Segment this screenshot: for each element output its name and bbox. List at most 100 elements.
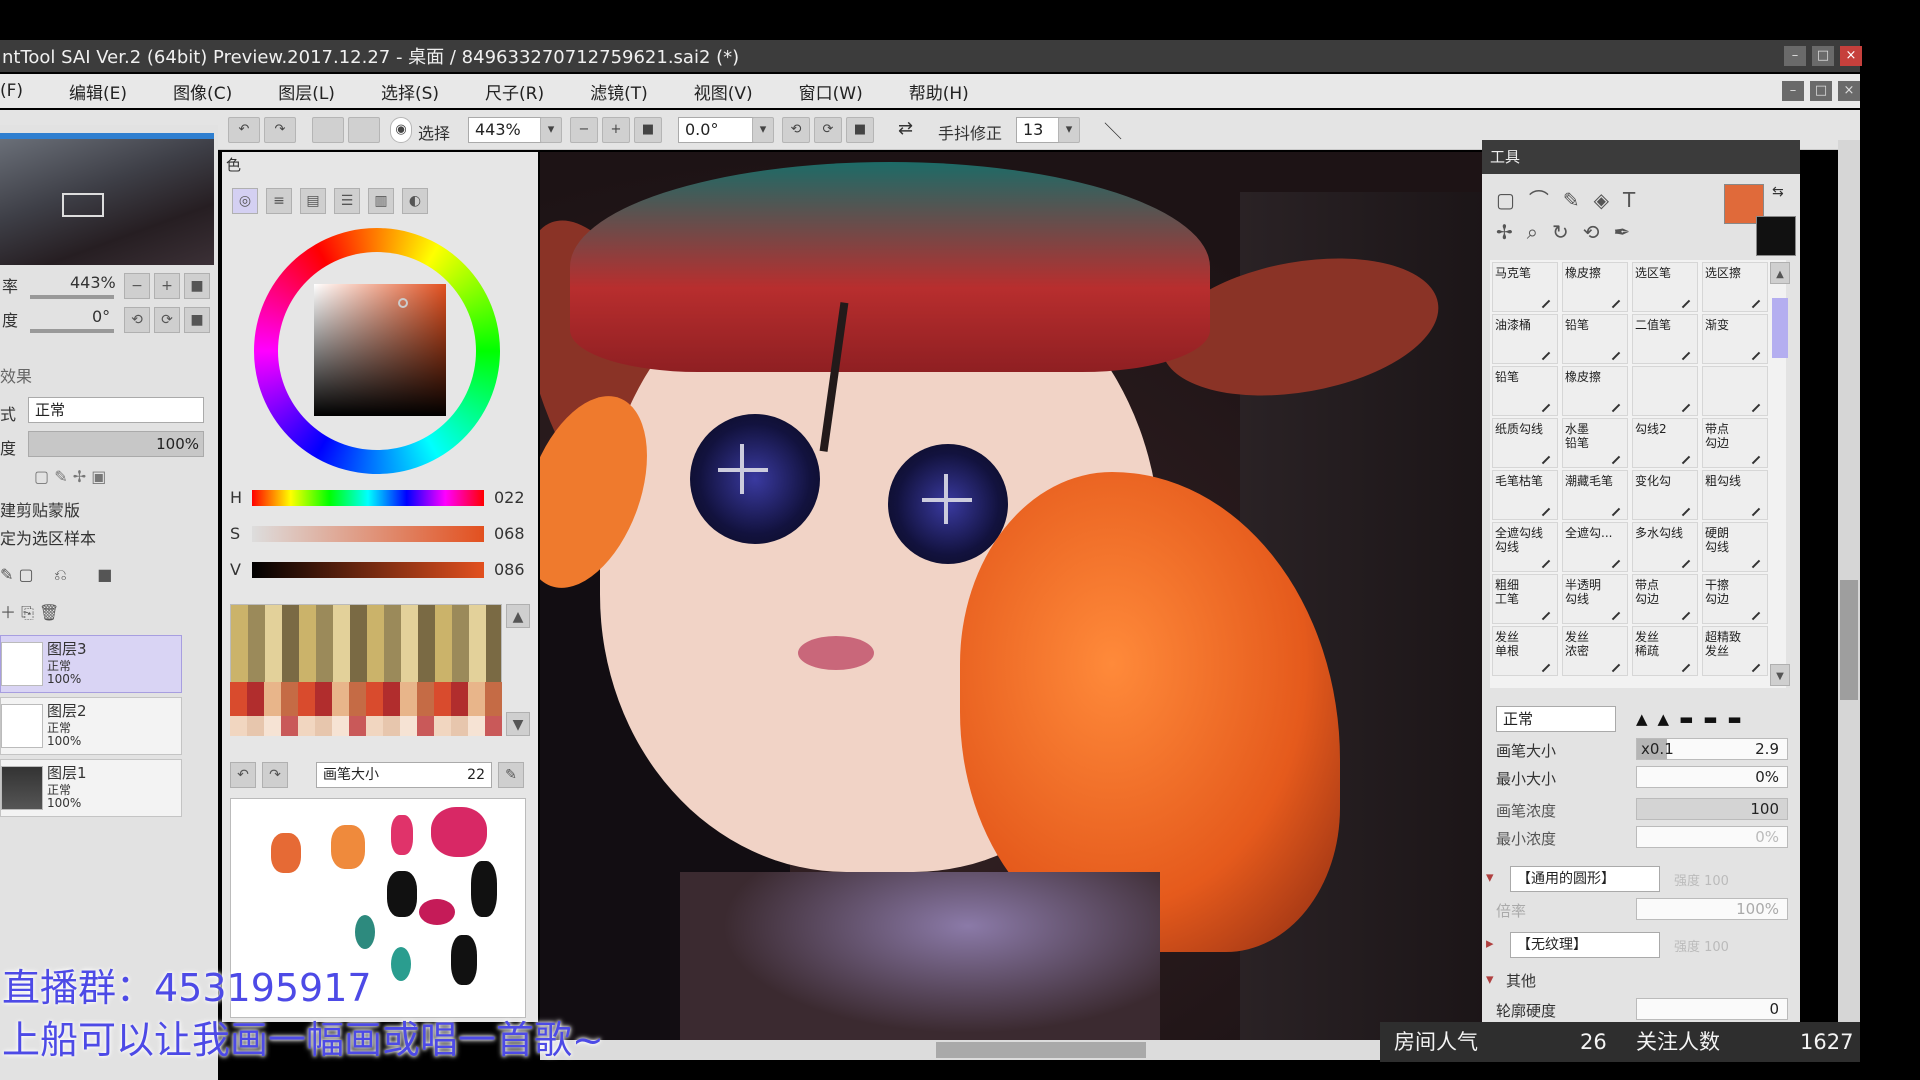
swatch-scroll-down[interactable]: ▼ — [506, 712, 530, 736]
brush-preset[interactable]: 发丝 稀疏 — [1632, 626, 1698, 676]
clipping-mask-label[interactable]: 建剪贴蒙版 — [0, 497, 80, 521]
brush-preset[interactable]: 多水勾线 — [1632, 522, 1698, 572]
s-value[interactable]: 068 — [494, 524, 525, 543]
menu-view[interactable]: 视图(V) — [694, 79, 753, 104]
doc-minimize-button[interactable]: – — [1782, 81, 1804, 101]
brush-scroll-down[interactable]: ▼ — [1770, 664, 1790, 686]
brush-preset[interactable]: 超精致 发丝 — [1702, 626, 1768, 676]
edge-hardness-slider[interactable]: 0 — [1636, 998, 1788, 1020]
nav-angle-slider[interactable] — [30, 329, 114, 333]
layer-action-icons[interactable]: ＋ ⎘ 🗑 — [0, 599, 59, 623]
brush-preset[interactable]: 半透明 勾线 — [1562, 574, 1628, 624]
redo-button[interactable]: ↷ — [264, 117, 296, 143]
swap-colors-icon[interactable]: ⇆ — [1772, 184, 1784, 200]
expand-texture-icon[interactable]: ▸ — [1486, 934, 1494, 952]
menu-select[interactable]: 选择(S) — [381, 79, 439, 104]
brush-scroll-thumb[interactable] — [1772, 298, 1788, 358]
nav-zoom-in-button[interactable]: + — [154, 273, 180, 299]
tool-panel-scroll-thumb[interactable] — [1840, 580, 1858, 700]
menu-edit[interactable]: 编辑(E) — [69, 79, 127, 104]
brush-preset[interactable]: 纸质勾线 — [1492, 418, 1558, 468]
scratch-redo-button[interactable]: ↷ — [262, 762, 288, 788]
doc-restore-button[interactable]: □ — [1810, 81, 1832, 101]
stabilizer-dropdown[interactable]: ▾ — [1058, 117, 1080, 143]
menu-ruler[interactable]: 尺子(R) — [485, 79, 544, 104]
brush-preset[interactable] — [1702, 366, 1768, 416]
blend-mode-select[interactable]: 正常 — [28, 397, 204, 423]
brush-preset[interactable] — [1632, 366, 1698, 416]
texture-select[interactable]: 【无纹理】 — [1510, 932, 1660, 958]
menu-file[interactable]: (F) — [0, 81, 23, 101]
brush-preset[interactable]: 变化勾 — [1632, 470, 1698, 520]
zoom-reset-button[interactable]: ■ — [634, 117, 662, 143]
h-value[interactable]: 022 — [494, 488, 525, 507]
secondary-color-swatch[interactable] — [1756, 216, 1796, 256]
swatch-scroll-up[interactable]: ▲ — [506, 604, 530, 628]
min-size-slider[interactable]: 0% — [1636, 766, 1788, 788]
undo-button[interactable]: ↶ — [228, 117, 260, 143]
scratch-undo-button[interactable]: ↶ — [230, 762, 256, 788]
layer-item[interactable]: 图层1 正常 100% — [0, 759, 182, 817]
tab-rgb-sliders[interactable]: ≡ — [266, 188, 292, 214]
layer-item[interactable]: 图层3 正常 100% — [0, 635, 182, 693]
eye-icon[interactable]: ◉ — [390, 117, 412, 143]
line-tool-icon[interactable]: ＼ — [1104, 118, 1122, 144]
brush-preset[interactable]: 粗勾线 — [1702, 470, 1768, 520]
doc-close-button[interactable]: × — [1838, 81, 1860, 101]
sv-square[interactable] — [314, 284, 446, 416]
opacity-slider[interactable]: 100% — [28, 431, 204, 457]
tab-scratchpad[interactable]: ▥ — [368, 188, 394, 214]
nav-rotate-left-button[interactable]: ⟲ — [124, 307, 150, 333]
brush-preset[interactable]: 带点 勾边 — [1632, 574, 1698, 624]
brush-size-slider[interactable]: x0.1 2.9 — [1636, 738, 1788, 760]
scratch-clear-button[interactable]: ✎ — [498, 762, 524, 788]
brush-preset[interactable]: 发丝 单根 — [1492, 626, 1558, 676]
zoom-in-button[interactable]: + — [602, 117, 630, 143]
brush-blend-select[interactable]: 正常 — [1496, 706, 1616, 732]
minimize-button[interactable]: – — [1784, 46, 1806, 66]
brush-preset[interactable]: 毛笔枯笔 — [1492, 470, 1558, 520]
density-slider[interactable]: 100 — [1636, 798, 1788, 820]
nav-rotate-reset-button[interactable]: ■ — [184, 307, 210, 333]
menu-image[interactable]: 图像(C) — [173, 79, 232, 104]
menu-filter[interactable]: 滤镜(T) — [590, 79, 648, 104]
brush-preset[interactable]: 潮藏毛笔 — [1562, 470, 1628, 520]
rate-slider[interactable]: 100% — [1636, 898, 1788, 920]
expand-other-icon[interactable]: ▾ — [1486, 970, 1494, 988]
brush-scroll-up[interactable]: ▲ — [1770, 262, 1790, 284]
brush-preset[interactable]: 勾线2 — [1632, 418, 1698, 468]
nav-zoom-reset-button[interactable]: ■ — [184, 273, 210, 299]
swatch-row-red[interactable] — [230, 682, 502, 716]
zoom-field[interactable]: 443% — [468, 117, 550, 143]
tab-hsv-sliders[interactable]: ▤ — [300, 188, 326, 214]
v-slider[interactable] — [252, 562, 484, 578]
brush-preset[interactable]: 全遮勾... — [1562, 522, 1628, 572]
angle-field[interactable]: 0.0° — [678, 117, 762, 143]
new-layer-icons[interactable]: ✎ ▢ ⎌ ■ — [0, 565, 112, 585]
s-slider[interactable] — [252, 526, 484, 542]
maximize-button[interactable]: □ — [1812, 46, 1834, 66]
tool-panel-scrollbar[interactable] — [1838, 140, 1860, 1040]
navigator-thumbnail[interactable] — [0, 133, 214, 265]
sv-cursor[interactable] — [398, 298, 408, 308]
hscroll-thumb[interactable] — [936, 1042, 1146, 1058]
brush-preset[interactable]: 发丝 浓密 — [1562, 626, 1628, 676]
brush-preset[interactable]: 全遮勾线 勾线 — [1492, 522, 1558, 572]
zoom-out-button[interactable]: − — [570, 117, 598, 143]
brush-preset[interactable]: 粗细 工笔 — [1492, 574, 1558, 624]
brush-preset[interactable]: 铅笔 — [1492, 366, 1558, 416]
rotate-left-button[interactable]: ⟲ — [782, 117, 810, 143]
zoom-dropdown[interactable]: ▾ — [540, 117, 562, 143]
nav-rotate-right-button[interactable]: ⟳ — [154, 307, 180, 333]
layer-item[interactable]: 图层2 正常 100% — [0, 697, 182, 755]
brush-preset[interactable]: 硬朗 勾线 — [1702, 522, 1768, 572]
selection-source-label[interactable]: 定为选区样本 — [0, 525, 96, 549]
brush-preset[interactable]: 马克笔 — [1492, 262, 1558, 312]
brush-preset[interactable]: 橡皮擦 — [1562, 262, 1628, 312]
expand-shape-icon[interactable]: ▾ — [1486, 868, 1494, 886]
swatch-row-light[interactable] — [230, 716, 502, 736]
nav-zoom-out-button[interactable]: − — [124, 273, 150, 299]
brush-shape-buttons[interactable]: ▲▲▬▬▬ — [1636, 706, 1786, 732]
brush-preset[interactable]: 渐变 — [1702, 314, 1768, 364]
brush-shape-select[interactable]: 【通用的圆形】 — [1510, 866, 1660, 892]
